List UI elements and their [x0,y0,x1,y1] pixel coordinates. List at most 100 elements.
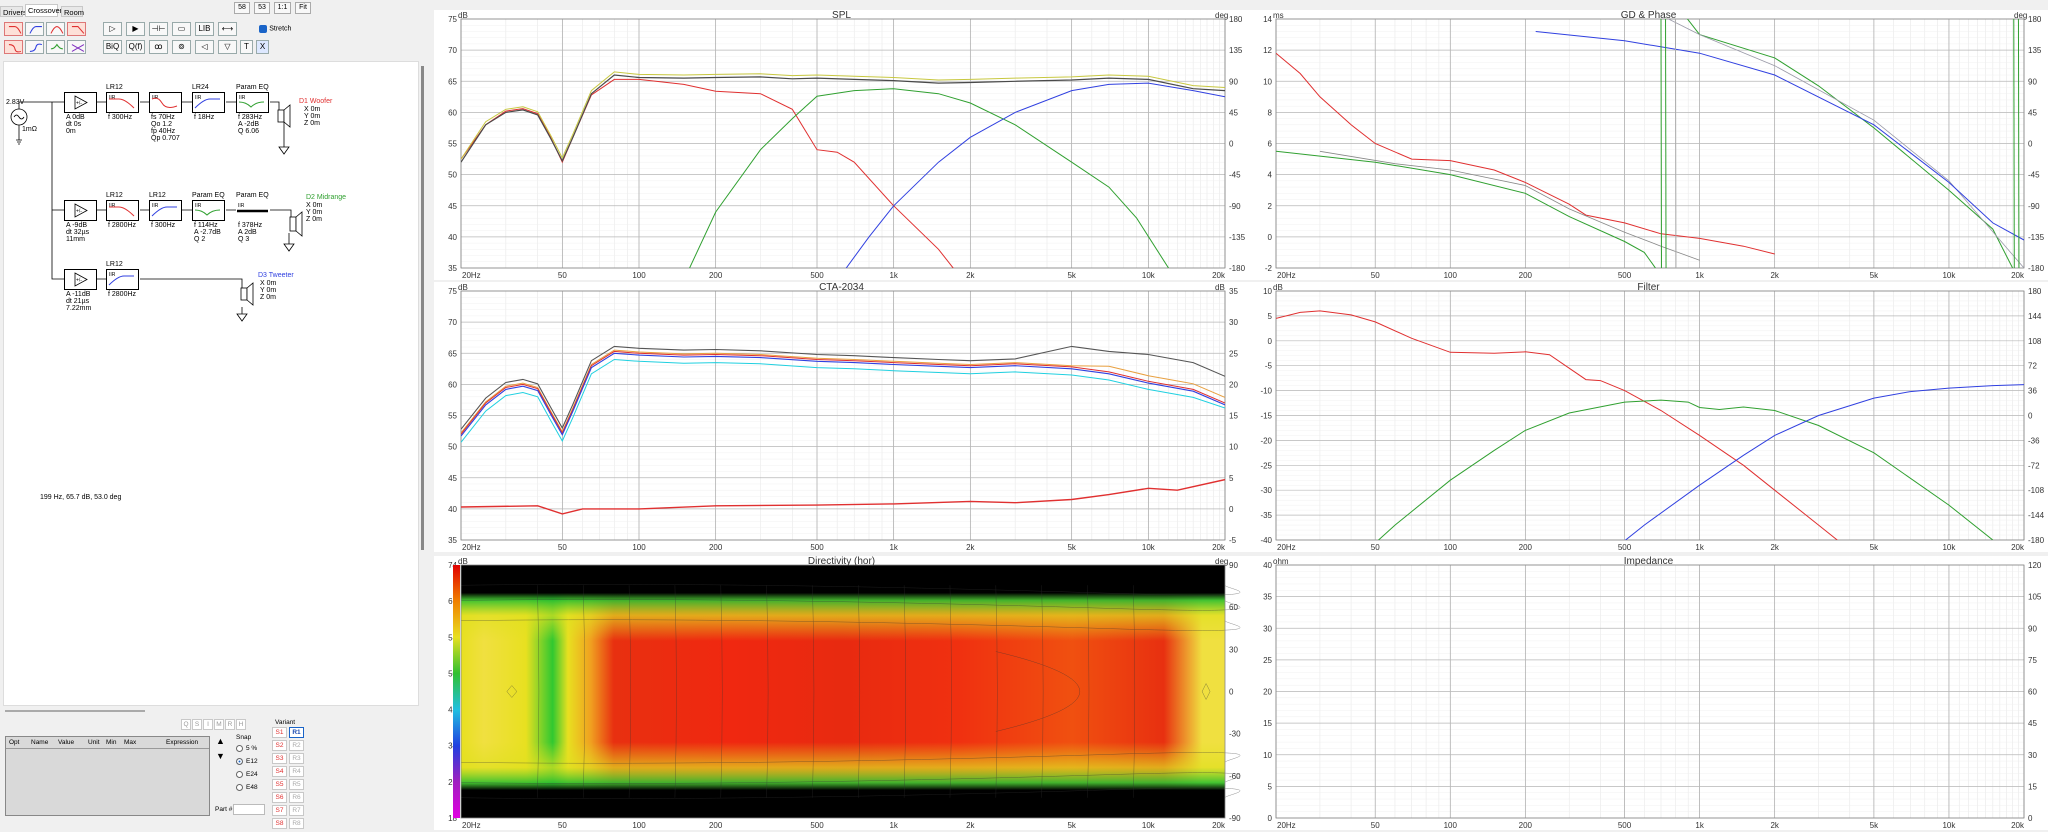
graph-cta[interactable]: CTA-2034 dB dB 75 70 65 60 55 50 45 40 35 35 30 25 20 15… [434,282,1249,552]
buffer-icon[interactable]: ▶ [126,22,145,36]
column-header[interactable]: Max [124,739,136,746]
ch2-block-1[interactable]: IIR [106,200,139,221]
driver-d1-name[interactable]: D1 Woofer [299,98,332,106]
zoom-53-button[interactable]: 53 [254,2,270,14]
y-tick-right: 30 [2028,751,2037,760]
zoom-fit-button[interactable]: Fit [295,2,311,14]
driver-d2-name[interactable]: D2 Midrange [306,194,346,202]
snap-option-1[interactable]: E12 [236,758,258,765]
y-tick-right: -180 [1229,264,1246,273]
variant-save-4[interactable]: S4 [272,766,287,777]
variant-save-1[interactable]: S1 [272,727,287,738]
ch1-block-2[interactable]: IIR [149,92,182,113]
ch3-block-0[interactable]: +/- [64,269,97,290]
y-tick-right: 35 [1229,287,1238,296]
param-tool-s[interactable]: S [192,719,202,730]
amplifier-icon[interactable]: ▷ [103,22,122,36]
x-tick: 1k [889,271,898,280]
driver-d3-name[interactable]: D3 Tweeter [258,272,294,280]
ch2-block-0[interactable]: +/- [64,200,97,221]
y-tick-right: -36 [2028,436,2040,445]
variant-save-6[interactable]: S6 [272,792,287,803]
peaking-eq-icon[interactable] [46,40,65,54]
ch2-block-2[interactable]: IIR [149,200,182,221]
x-tick: 20k [2011,543,2025,552]
highshelf-icon[interactable] [25,40,44,54]
lowpass-filter-icon[interactable] [4,22,23,36]
column-header[interactable]: Expression [166,739,198,746]
zoom-1to1-button[interactable]: 1:1 [274,2,291,14]
param-tool-r[interactable]: R [225,719,235,730]
variant-save-7[interactable]: S7 [272,805,287,816]
text-button[interactable]: T [240,40,253,54]
tab-crossover[interactable]: Crossover [25,4,62,17]
variant-recall-5[interactable]: R5 [289,779,304,790]
ch1-block-0[interactable]: +/- [64,92,97,113]
snap-option-0[interactable]: 5 % [236,745,257,752]
param-tool-h[interactable]: H [236,719,246,730]
ch1-block-4[interactable]: IIR [236,92,269,113]
variant-save-3[interactable]: S3 [272,753,287,764]
dropdown-icon[interactable]: ▽ [218,40,237,54]
column-header[interactable]: Unit [88,739,100,746]
biquad-button[interactable]: BiQ [103,40,122,54]
column-header[interactable]: Opt [9,739,19,746]
snap-option-2[interactable]: E24 [236,771,258,778]
snap-option-3[interactable]: E48 [236,784,258,791]
tab-room[interactable]: Room [61,6,84,17]
param-tool-m[interactable]: M [214,719,224,730]
inductor-icon[interactable]: ꝏ [149,40,168,54]
close-button[interactable]: X [256,40,269,54]
variant-recall-1[interactable]: R1 [289,727,304,738]
resistor-icon[interactable]: ▭ [172,22,191,36]
variant-recall-2[interactable]: R2 [289,740,304,751]
y-tick-right: 45 [2028,108,2037,117]
lowshelf-icon[interactable] [4,40,23,54]
allpass-filter-icon[interactable] [67,22,86,36]
schematic-scrollbar[interactable] [421,66,424,550]
highpass-filter-icon[interactable] [25,22,44,36]
param-tool-i[interactable]: I [203,719,213,730]
capacitor-icon[interactable]: ⊣⊢ [149,22,168,36]
ch1-block-3[interactable]: IIR [192,92,225,113]
ch3-block-1[interactable]: IIR [106,269,139,290]
graph-filter[interactable]: Filter dB 10 5 0 -5 -10 -15 -20 -25 -30 -35 -40 180 14… [1249,282,2048,552]
x-tick: 100 [632,543,646,552]
splitter-handle[interactable] [5,710,145,712]
variant-save-5[interactable]: S5 [272,779,287,790]
column-header[interactable]: Min [106,739,116,746]
bandpass-filter-icon[interactable] [46,22,65,36]
parameter-table[interactable]: Opt Name Value Unit Min Max Expression [5,736,210,816]
qf-button[interactable]: Q(f) [126,40,145,54]
link-icon[interactable]: ⟷ [218,22,237,36]
stretch-checkbox[interactable]: Stretch [259,24,291,33]
ch1-block-1[interactable]: IIR [106,92,139,113]
part-number-input[interactable] [233,804,265,815]
tab-drivers[interactable]: Drivers [0,6,27,17]
variant-recall-8[interactable]: R8 [289,818,304,829]
ch2-block-3[interactable]: IIR [192,200,225,221]
graph-gd[interactable]: GD & Phase ms deg 14 12 10 8 6 4 2 0 -2 180 135 90 45 0 -… [1249,10,2048,280]
library-button[interactable]: LIB [195,22,214,36]
zoom-58-button[interactable]: 58 [234,2,250,14]
param-tool-q[interactable]: Q [181,719,191,730]
column-header[interactable]: Name [31,739,48,746]
transformer-icon[interactable]: ⊚ [172,40,191,54]
variant-recall-7[interactable]: R7 [289,805,304,816]
graph-dir[interactable]: Directivity (hor)dBdeg746658504234261890… [434,556,1249,830]
move-down-icon[interactable]: ▼ [216,751,225,761]
ch2-block-4[interactable]: IIR [236,200,269,221]
column-header[interactable]: Value [58,739,74,746]
variant-recall-3[interactable]: R3 [289,753,304,764]
speaker-icon[interactable]: ◁ [195,40,214,54]
notch-filter-icon[interactable] [67,40,86,54]
variant-save-8[interactable]: S8 [272,818,287,829]
graph-spl[interactable]: SPL dB deg 75 70 65 60 55 50 45 40 35 180 135 90 45 0 -45… [434,10,1249,280]
variant-save-2[interactable]: S2 [272,740,287,751]
variant-recall-4[interactable]: R4 [289,766,304,777]
move-up-icon[interactable]: ▲ [216,736,225,746]
graph-imp[interactable]: Impedance ohm 40 35 30 25 20 15 10 5 0 120 105 90 75 60… [1249,556,2048,830]
variant-recall-6[interactable]: R6 [289,792,304,803]
y-tick-right: 90 [1229,77,1238,86]
schematic-canvas[interactable]: +/- A 0dB dt 0s 0m IIR LR12 f 300Hz IIR fs 70Hz Q… [3,61,419,706]
